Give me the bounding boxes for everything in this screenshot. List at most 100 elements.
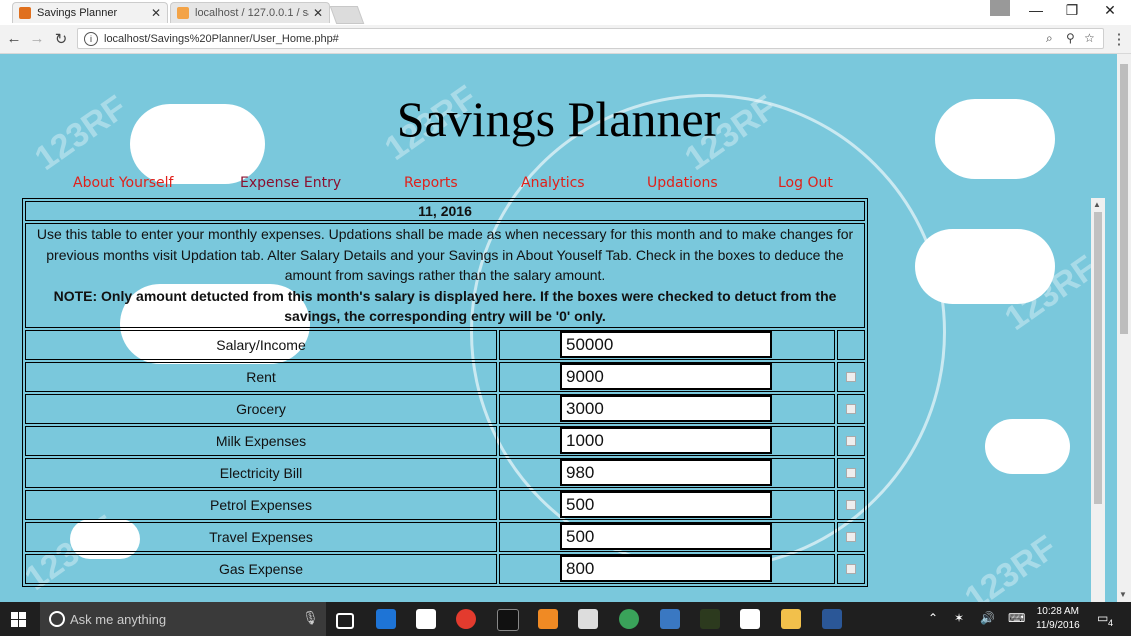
windows-start-icon[interactable]	[11, 612, 26, 627]
amount-input[interactable]: 1000	[560, 427, 772, 454]
close-tab-icon[interactable]: ✕	[313, 6, 323, 20]
amount-input[interactable]: 980	[560, 459, 772, 486]
mail-icon[interactable]	[740, 609, 760, 629]
wifi-icon[interactable]: ✶	[954, 611, 964, 625]
row-label: Petrol Expenses	[25, 489, 497, 520]
menu-icon[interactable]: ⋮	[1110, 30, 1128, 48]
checkbox-cell	[837, 329, 865, 360]
forward-arrow-icon[interactable]: →	[28, 30, 46, 47]
table-row: Rent 9000	[25, 361, 865, 392]
microphone-icon[interactable]: 🎙	[302, 610, 319, 626]
close-window-icon[interactable]: ✕	[1100, 2, 1120, 19]
phpmyadmin-favicon-icon	[177, 7, 189, 19]
deduct-from-savings-checkbox[interactable]	[846, 499, 856, 510]
system-clock[interactable]: 10:28 AM 11/9/2016	[1036, 605, 1080, 633]
new-tab-button[interactable]	[329, 6, 365, 24]
deduct-from-savings-checkbox[interactable]	[846, 563, 856, 574]
table-row: Petrol Expenses 500	[25, 489, 865, 520]
clock-time: 10:28 AM	[1036, 606, 1079, 617]
extension-icon[interactable]: ⚲	[1066, 31, 1075, 45]
period-header: 11, 2016	[25, 201, 865, 221]
scroll-up-icon[interactable]: ▲	[1093, 200, 1101, 209]
table-row: Grocery 3000	[25, 393, 865, 424]
nav-expense-entry[interactable]: Expense Entry	[240, 175, 341, 191]
amount-input[interactable]: 3000	[560, 395, 772, 422]
deduct-from-savings-checkbox[interactable]	[846, 531, 856, 542]
table-row: Salary/Income 50000	[25, 329, 865, 360]
table-row: Gas Expense 800	[25, 553, 865, 584]
task-view-icon[interactable]	[336, 613, 354, 629]
xampp-icon[interactable]	[538, 609, 558, 629]
tab-phpmyadmin[interactable]: localhost / 127.0.0.1 / sa ✕	[170, 2, 330, 23]
nav-reports[interactable]: Reports	[404, 175, 458, 191]
deduct-from-savings-checkbox[interactable]	[846, 371, 856, 382]
blue-app-icon[interactable]	[660, 609, 680, 629]
table-row: Electricity Bill 980	[25, 457, 865, 488]
cortana-icon	[49, 611, 65, 627]
zoom-icon[interactable]: ⌕	[1046, 31, 1053, 46]
back-arrow-icon[interactable]: ←	[5, 30, 23, 47]
amount-input[interactable]: 500	[560, 523, 772, 550]
content-scrollbar[interactable]: ▲	[1091, 198, 1105, 602]
amount-input[interactable]: 800	[560, 555, 772, 582]
cloud-decoration	[985, 419, 1070, 474]
instructions-text: Use this table to enter your monthly exp…	[36, 226, 854, 283]
close-tab-icon[interactable]: ✕	[151, 6, 161, 20]
expense-table: 11, 2016 Use this table to enter your mo…	[22, 198, 868, 587]
game-app-icon[interactable]	[700, 609, 720, 629]
row-label: Grocery	[25, 393, 497, 424]
browser-toolbar: ← → ↻ i localhost/Savings%20Planner/User…	[0, 25, 1131, 54]
url-text: localhost/Savings%20Planner/User_Home.ph…	[104, 32, 339, 45]
user-profile-icon[interactable]	[990, 0, 1010, 16]
page-title: Savings Planner	[396, 91, 721, 147]
amount-input[interactable]: 50000	[560, 331, 772, 358]
clock-date: 11/9/2016	[1036, 620, 1080, 631]
minimize-icon[interactable]: —	[1026, 2, 1046, 18]
instructions-cell: Use this table to enter your monthly exp…	[25, 223, 865, 328]
search-placeholder: Ask me anything	[70, 612, 167, 627]
word-icon[interactable]	[822, 609, 842, 629]
row-label: Rent	[25, 361, 497, 392]
deduct-from-savings-checkbox[interactable]	[846, 467, 856, 478]
scroll-thumb[interactable]	[1120, 64, 1128, 334]
amount-input[interactable]: 9000	[560, 363, 772, 390]
maximize-icon[interactable]: ❐	[1062, 2, 1082, 19]
note-text: NOTE: Only amount detucted from this mon…	[53, 287, 837, 325]
tab-label: Savings Planner	[37, 7, 118, 19]
row-label: Milk Expenses	[25, 425, 497, 456]
volume-icon[interactable]: 🔊	[980, 611, 995, 625]
row-label: Electricity Bill	[25, 457, 497, 488]
nav-analytics[interactable]: Analytics	[521, 175, 585, 191]
scroll-thumb[interactable]	[1094, 212, 1102, 504]
nav-about-yourself[interactable]: About Yourself	[73, 175, 173, 191]
action-center-icon[interactable]: ▭	[1097, 611, 1108, 625]
bookmark-star-icon[interactable]: ☆	[1084, 31, 1095, 45]
deduct-from-savings-checkbox[interactable]	[846, 403, 856, 414]
green-app-icon[interactable]	[619, 609, 639, 629]
show-hidden-icons-icon[interactable]: ⌃	[928, 611, 938, 625]
nav-log-out[interactable]: Log Out	[778, 175, 833, 191]
keyboard-icon[interactable]: ⌨	[1008, 611, 1025, 625]
cortana-search-box[interactable]: Ask me anything 🎙	[40, 602, 326, 636]
reload-icon[interactable]: ↻	[52, 30, 70, 48]
file-explorer-icon[interactable]	[781, 609, 801, 629]
browser-tab-bar: Savings Planner ✕ localhost / 127.0.0.1 …	[0, 0, 1131, 25]
deduct-from-savings-checkbox[interactable]	[846, 435, 856, 446]
scroll-down-icon[interactable]: ▼	[1119, 590, 1127, 599]
command-prompt-icon[interactable]	[497, 609, 519, 631]
address-bar[interactable]: i localhost/Savings%20Planner/User_Home.…	[77, 28, 1104, 49]
nav-updations[interactable]: Updations	[647, 175, 718, 191]
amount-input[interactable]: 500	[560, 491, 772, 518]
row-label: Salary/Income	[25, 329, 497, 360]
store-icon[interactable]	[416, 609, 436, 629]
table-row: Travel Expenses 500	[25, 521, 865, 552]
tab-savings-planner[interactable]: Savings Planner ✕	[12, 2, 168, 23]
page-scrollbar[interactable]: ▼	[1117, 54, 1131, 602]
info-icon[interactable]: i	[84, 31, 98, 46]
edge-browser-icon[interactable]	[376, 609, 396, 629]
file-app-icon[interactable]	[578, 609, 598, 629]
tab-label: localhost / 127.0.0.1 / sa	[195, 7, 309, 19]
chrome-icon[interactable]	[456, 609, 476, 629]
watermark-text: 123RF	[958, 528, 1064, 602]
row-label: Gas Expense	[25, 553, 497, 584]
